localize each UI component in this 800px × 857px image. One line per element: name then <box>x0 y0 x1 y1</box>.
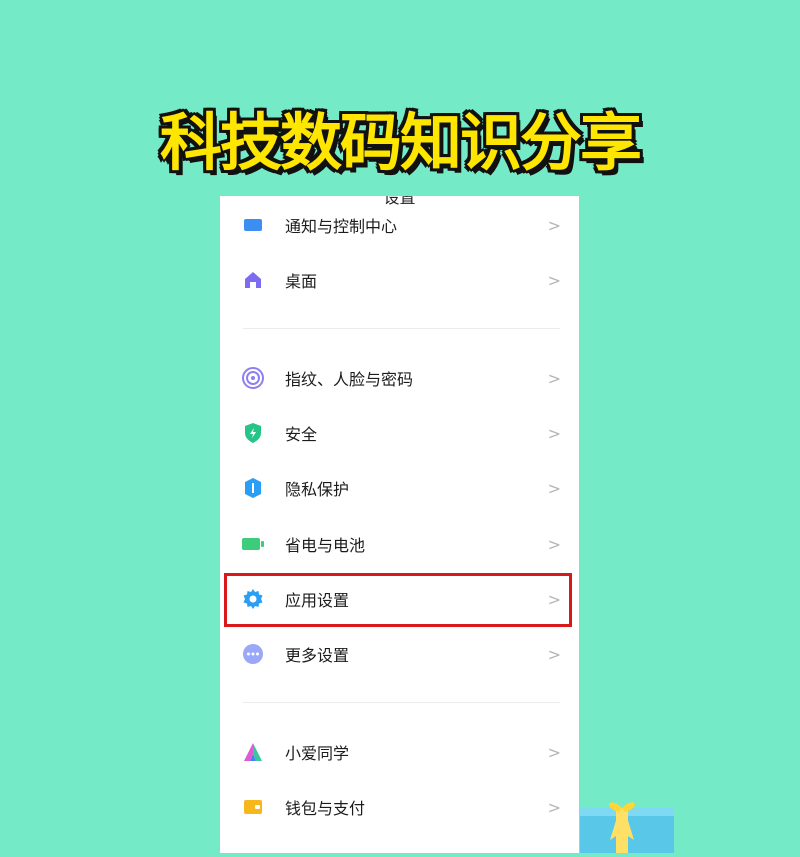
chevron-right-icon: > <box>547 797 561 817</box>
shield-icon <box>242 422 264 444</box>
chevron-right-icon: > <box>547 534 561 554</box>
settings-item-label: 桌面 <box>285 272 318 291</box>
chevron-right-icon: > <box>547 423 561 443</box>
settings-item-wallet[interactable]: 钱包与支付 > <box>220 782 579 832</box>
chevron-right-icon: > <box>547 368 561 388</box>
settings-item-label: 钱包与支付 <box>285 799 366 818</box>
settings-item-label: 指纹、人脸与密码 <box>285 370 414 389</box>
more-icon <box>242 643 264 665</box>
settings-item-label: 安全 <box>285 425 318 444</box>
settings-item-label: 省电与电池 <box>285 536 366 555</box>
assistant-icon <box>242 741 264 763</box>
divider <box>243 328 560 329</box>
privacy-icon <box>242 477 264 499</box>
banner-title: 科技数码知识分享 <box>159 106 642 179</box>
settings-item-more[interactable]: 更多设置 > <box>220 629 579 679</box>
settings-item-label: 隐私保护 <box>285 480 350 499</box>
gift-box-decoration <box>580 800 680 853</box>
chevron-right-icon: > <box>547 478 561 498</box>
fingerprint-icon <box>242 367 264 389</box>
settings-item-fingerprint[interactable]: 指纹、人脸与密码 > <box>220 353 579 403</box>
settings-item-label: 小爱同学 <box>285 744 350 763</box>
settings-item-security[interactable]: 安全 > <box>220 408 579 458</box>
settings-item-assistant[interactable]: 小爱同学 > <box>220 727 579 777</box>
settings-item-label: 更多设置 <box>285 646 350 665</box>
settings-screen: 设置 通知与控制中心 > 桌面 > 指纹、人脸与密码 > 安全 > 隐私保护 >… <box>220 196 579 853</box>
chevron-right-icon: > <box>547 215 561 235</box>
chevron-right-icon: > <box>547 742 561 762</box>
chevron-right-icon: > <box>547 644 561 664</box>
wallet-icon <box>242 796 264 818</box>
divider <box>243 702 560 703</box>
settings-item-desktop[interactable]: 桌面 > <box>220 255 579 305</box>
highlight-box <box>224 573 572 627</box>
home-icon <box>242 269 264 291</box>
battery-icon <box>242 533 264 555</box>
notification-icon <box>242 214 264 236</box>
settings-item-label: 通知与控制中心 <box>285 217 398 236</box>
settings-item-battery[interactable]: 省电与电池 > <box>220 519 579 569</box>
settings-item-notification[interactable]: 通知与控制中心 > <box>220 200 579 250</box>
settings-item-privacy[interactable]: 隐私保护 > <box>220 463 579 513</box>
chevron-right-icon: > <box>547 270 561 290</box>
